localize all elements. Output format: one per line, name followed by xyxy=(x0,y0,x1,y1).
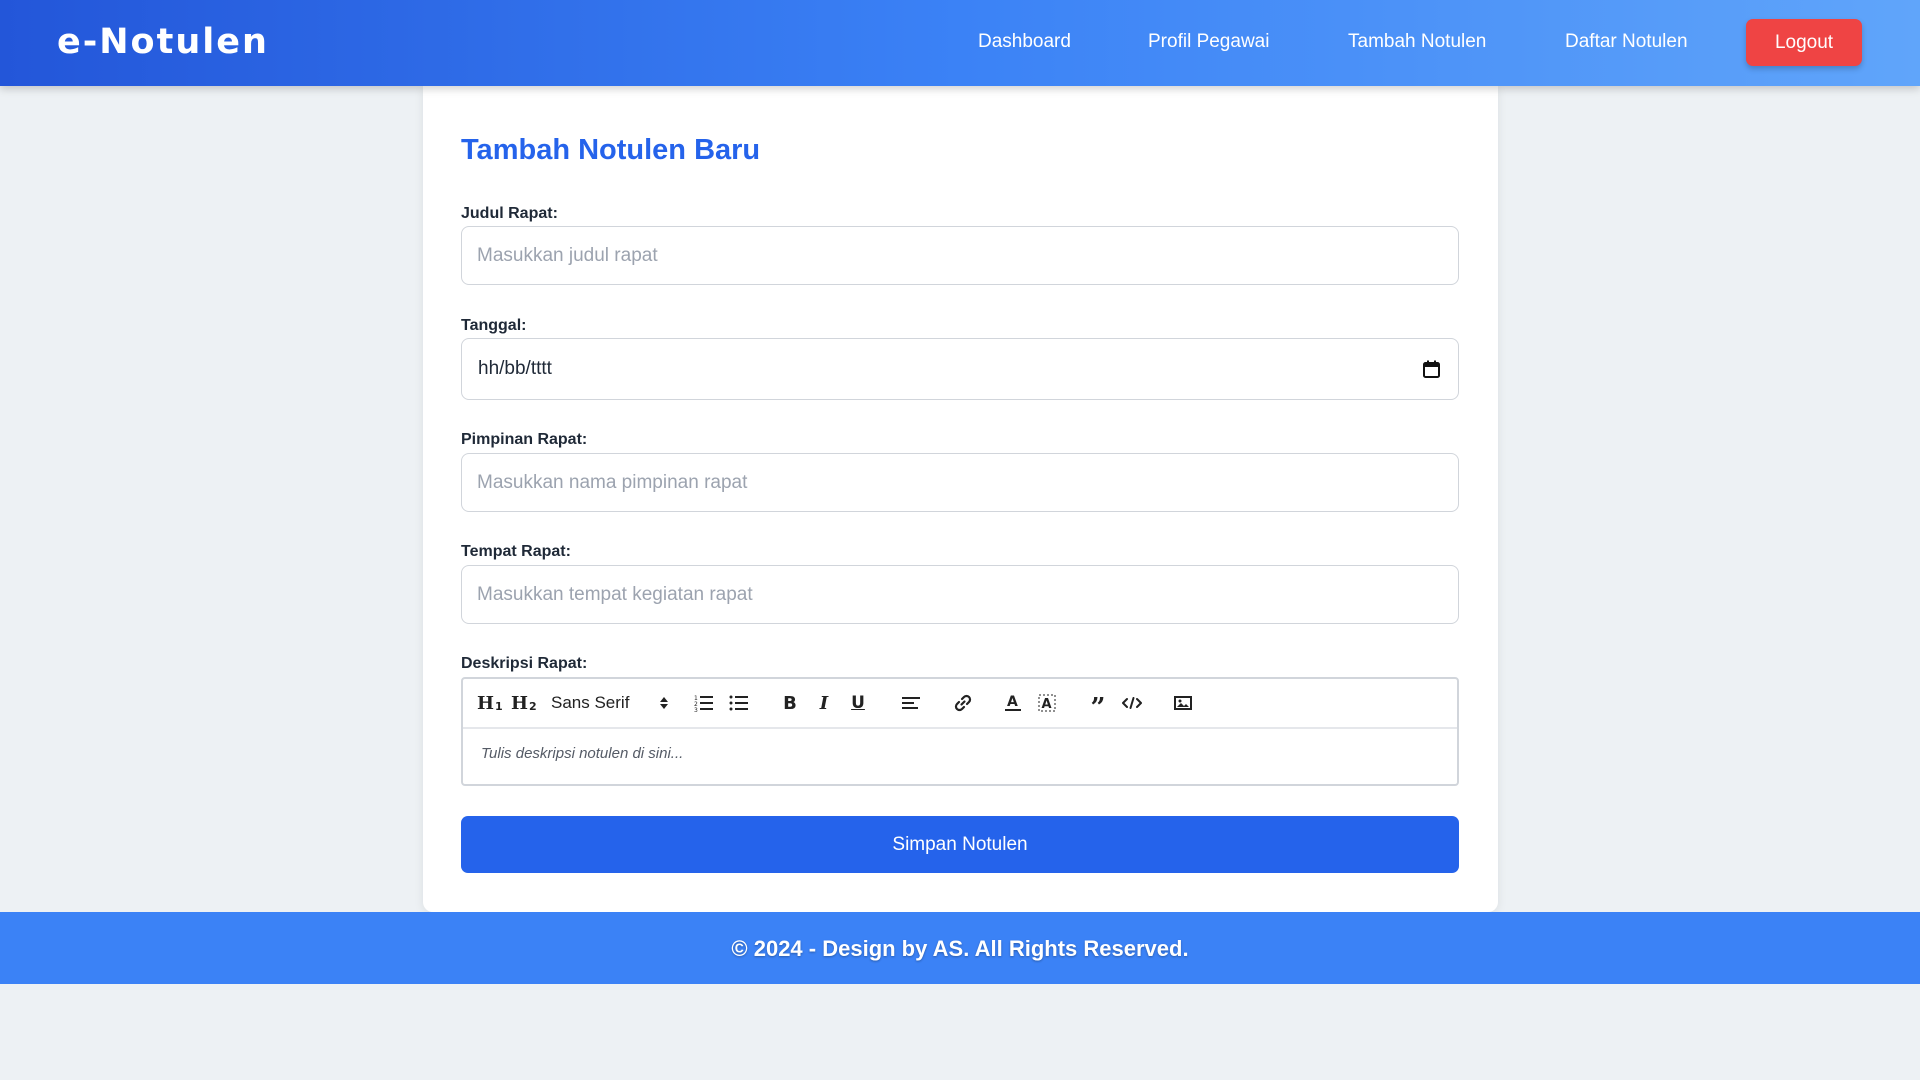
pimpinan-rapat-input[interactable] xyxy=(461,453,1459,512)
italic-icon[interactable]: I xyxy=(815,691,833,715)
bullet-list-icon[interactable] xyxy=(728,691,750,715)
tempat-rapat-label: Tempat Rapat: xyxy=(461,543,571,560)
top-navbar: e-Notulen Dashboard Profil Pegawai Tamba… xyxy=(0,0,1920,86)
code-block-icon[interactable] xyxy=(1120,691,1144,715)
nav-link-profil-pegawai[interactable]: Profil Pegawai xyxy=(1148,31,1269,53)
select-arrows-icon xyxy=(660,697,668,709)
svg-text:A: A xyxy=(1042,697,1052,712)
heading2-icon[interactable]: H2 xyxy=(511,691,537,715)
editor-toolbar: H1 H2 Sans Serif 1 2 3 B I U A A ” xyxy=(463,679,1457,729)
nav-link-tambah-notulen[interactable]: Tambah Notulen xyxy=(1348,31,1486,53)
bold-icon[interactable]: B xyxy=(781,691,799,715)
tanggal-label: Tanggal: xyxy=(461,317,527,334)
deskripsi-rapat-label: Deskripsi Rapat: xyxy=(461,655,588,672)
ordered-list-icon[interactable]: 1 2 3 xyxy=(693,691,715,715)
nav-link-dashboard[interactable]: Dashboard xyxy=(978,31,1071,53)
page-footer: © 2024 - Design by AS. All Rights Reserv… xyxy=(0,912,1920,984)
nav-link-daftar-notulen[interactable]: Daftar Notulen xyxy=(1565,31,1688,53)
link-icon[interactable] xyxy=(951,691,975,715)
judul-rapat-label: Judul Rapat: xyxy=(461,205,558,222)
judul-rapat-input[interactable] xyxy=(461,226,1459,285)
svg-text:3: 3 xyxy=(694,707,698,712)
image-icon[interactable] xyxy=(1171,691,1195,715)
editor-content-area[interactable]: Tulis deskripsi notulen di sini... xyxy=(481,745,683,762)
svg-text:A: A xyxy=(1007,694,1018,710)
tanggal-date-input[interactable]: hh/bb/tttt xyxy=(461,338,1459,400)
background-color-icon[interactable]: A xyxy=(1036,691,1058,715)
tanggal-value: hh/bb/tttt xyxy=(478,358,552,379)
underline-icon[interactable]: U xyxy=(849,691,867,715)
logout-button[interactable]: Logout xyxy=(1746,19,1862,66)
calendar-icon[interactable] xyxy=(1423,360,1440,378)
font-family-value: Sans Serif xyxy=(551,693,630,712)
heading1-icon[interactable]: H1 xyxy=(477,691,503,715)
pimpinan-rapat-label: Pimpinan Rapat: xyxy=(461,431,588,448)
page-title: Tambah Notulen Baru xyxy=(461,134,761,166)
text-color-icon[interactable]: A xyxy=(1002,691,1024,715)
deskripsi-rich-text-editor: H1 H2 Sans Serif 1 2 3 B I U A A ” Tulis… xyxy=(461,677,1459,786)
simpan-notulen-button[interactable]: Simpan Notulen xyxy=(461,816,1459,873)
align-icon[interactable] xyxy=(900,691,922,715)
footer-copyright: © 2024 - Design by AS. All Rights Reserv… xyxy=(731,936,1189,961)
brand-logo[interactable]: e-Notulen xyxy=(57,22,269,62)
tempat-rapat-input[interactable] xyxy=(461,565,1459,624)
font-family-select[interactable]: Sans Serif xyxy=(551,691,671,715)
blockquote-icon[interactable]: ” xyxy=(1087,691,1109,721)
